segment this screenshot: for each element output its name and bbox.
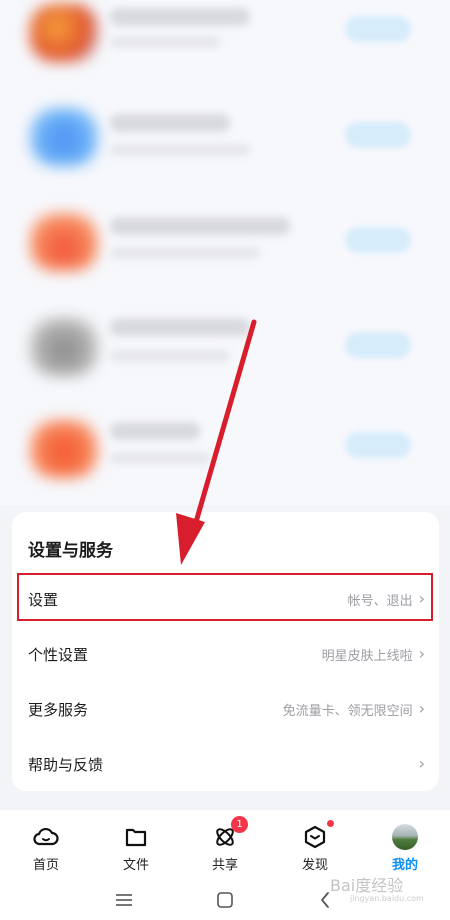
row-value: 免流量卡、领无限空间 <box>282 703 413 719</box>
blurred-app-icon <box>30 318 98 376</box>
blurred-app-icon <box>30 213 98 271</box>
blurred-list-item <box>0 310 450 390</box>
notification-dot <box>327 820 334 827</box>
menu-icon[interactable] <box>114 892 134 908</box>
notification-badge: 1 <box>231 816 248 833</box>
chevron-right-icon: › <box>418 699 425 718</box>
tab-label: 共享 <box>211 858 238 873</box>
tab-files[interactable]: 文件 <box>106 824 166 873</box>
blurred-app-icon <box>30 4 98 62</box>
tab-label: 我的 <box>391 858 418 873</box>
chevron-right-icon: › <box>418 754 425 773</box>
blurred-list-item <box>0 100 450 180</box>
tab-label: 文件 <box>122 858 149 873</box>
annotation-highlight-box <box>17 573 433 621</box>
home-square-icon[interactable] <box>216 891 234 909</box>
chevron-right-icon: › <box>418 644 425 663</box>
avatar <box>392 824 418 850</box>
row-label: 个性设置 <box>28 645 89 664</box>
watermark: Bai度经验 jingyan.baidu.com <box>330 872 424 903</box>
watermark-subtext: jingyan.baidu.com <box>350 894 424 903</box>
blurred-app-icon <box>30 420 98 478</box>
tab-discover[interactable]: 发现 <box>285 820 345 873</box>
blurred-list-item <box>0 0 450 70</box>
blurred-app-list <box>0 0 450 505</box>
help-feedback-row[interactable]: 帮助与反馈 › <box>12 740 439 788</box>
tab-share[interactable]: 共享 1 <box>195 816 255 873</box>
row-label: 帮助与反馈 <box>28 755 104 774</box>
bottom-tab-bar: 首页 文件 共享 1 发现 我的 <box>0 810 450 880</box>
tab-mine[interactable]: 我的 <box>375 824 435 873</box>
tab-home[interactable]: 首页 <box>16 824 76 873</box>
blurred-list-item <box>0 205 450 285</box>
tab-label: 首页 <box>32 858 59 873</box>
personalization-row[interactable]: 个性设置 明星皮肤上线啦 › <box>12 630 439 678</box>
tab-label: 发现 <box>301 858 328 873</box>
cloud-icon <box>33 827 59 846</box>
card-title: 设置与服务 <box>28 541 113 561</box>
folder-icon <box>125 828 147 847</box>
row-label: 更多服务 <box>28 700 89 719</box>
more-services-row[interactable]: 更多服务 免流量卡、领无限空间 › <box>12 685 439 733</box>
discover-box-icon <box>304 825 326 849</box>
watermark-text: Bai度经验 <box>330 876 404 895</box>
settings-services-card: 设置与服务 设置 帐号、退出 › 个性设置 明星皮肤上线啦 › 更多服务 免流量… <box>12 512 439 791</box>
row-value: 明星皮肤上线啦 <box>321 648 413 664</box>
blurred-app-icon <box>30 108 98 166</box>
blurred-list-item <box>0 412 450 492</box>
